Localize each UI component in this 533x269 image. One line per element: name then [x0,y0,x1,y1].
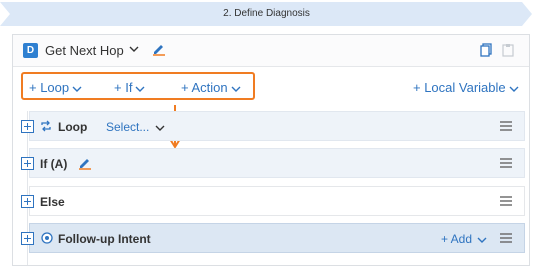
diagnosis-panel: D Get Next Hop + Loop + If + Action + Lo… [12,34,530,266]
add-action-button[interactable]: + Action [181,80,241,95]
intent-name[interactable]: Get Next Hop [45,43,124,58]
add-loop-button[interactable]: + Loop [29,80,82,95]
else-label: Else [40,195,65,209]
toolbar-row: + Loop + If + Action + Local Variable [13,68,529,108]
chevron-down-icon [231,86,241,92]
loop-icon [41,120,51,132]
else-block[interactable]: Else [21,186,525,216]
pencil-icon[interactable] [78,156,92,170]
expand-else-icon[interactable] [21,195,34,208]
add-followup-dropdown[interactable]: + Add [441,232,487,246]
chevron-down-icon [135,86,145,92]
followup-intent-block[interactable]: Follow-up Intent + Add [21,223,525,253]
followup-intent-icon [41,232,53,244]
add-followup-label: + Add [441,232,473,246]
loop-select-label: Select... [106,120,150,134]
if-block[interactable]: If (A) [21,148,525,178]
add-local-variable-button[interactable]: + Local Variable [413,80,519,95]
menu-icon[interactable] [500,233,512,243]
menu-icon[interactable] [500,121,512,131]
chevron-down-icon[interactable] [129,45,139,53]
add-local-variable-label: + Local Variable [413,80,506,95]
paste-icon [502,44,514,57]
add-loop-label: + Loop [29,80,70,95]
loop-label: Loop [58,120,88,134]
add-if-button[interactable]: + If [114,80,145,95]
step-title: 2. Define Diagnosis [223,8,310,19]
expand-if-icon[interactable] [21,157,34,170]
chevron-down-icon [155,125,165,131]
chevron-down-icon [477,237,487,243]
copy-icon[interactable] [480,43,492,57]
expand-followup-icon[interactable] [21,232,34,245]
menu-icon[interactable] [500,196,512,206]
diagnosis-badge: D [23,43,38,58]
menu-icon[interactable] [500,158,512,168]
add-if-label: + If [114,80,133,95]
chevron-down-icon [72,86,82,92]
if-label: If (A) [40,157,68,171]
followup-intent-label: Follow-up Intent [58,232,151,246]
chevron-down-icon [509,86,519,92]
loop-block[interactable]: Loop Select... [21,111,525,141]
pencil-icon[interactable] [152,42,166,56]
header-row: D Get Next Hop [13,35,529,67]
add-action-label: + Action [181,80,228,95]
loop-select-dropdown[interactable]: Select... [106,120,165,134]
expand-loop-icon[interactable] [21,120,34,133]
step-banner: 2. Define Diagnosis [0,0,533,28]
